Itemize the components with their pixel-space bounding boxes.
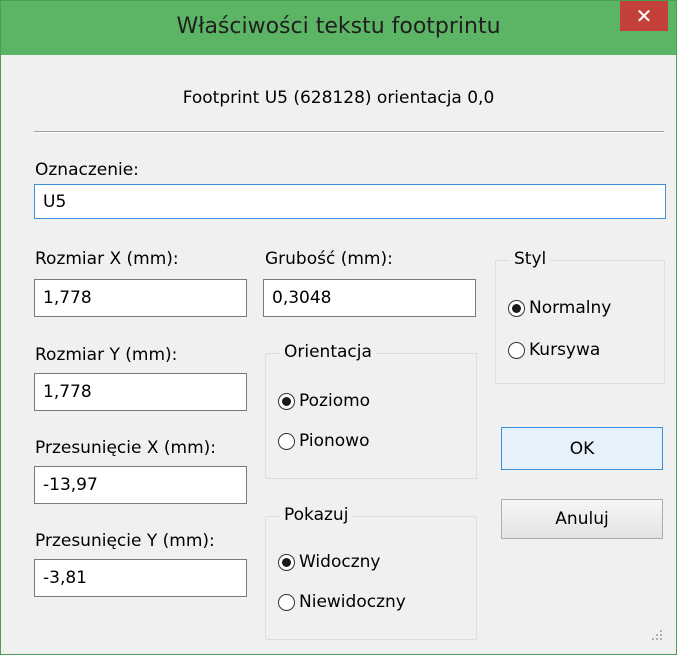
close-button[interactable]: ✕	[620, 1, 668, 31]
orientation-group: Orientacja Poziomo Pionowo	[265, 342, 477, 479]
size-y-value: 1,778	[43, 382, 92, 402]
radio-checked-icon	[278, 553, 295, 571]
style-group: Styl Normalny Kursywa	[495, 249, 665, 384]
orientation-vertical-label: Pionowo	[299, 431, 370, 451]
cancel-button[interactable]: Anuluj	[501, 499, 663, 539]
offset-x-input[interactable]: -13,97	[34, 466, 247, 504]
title-bar[interactable]: Właściwości tekstu footprintu ✕	[1, 1, 676, 55]
thickness-value: 0,3048	[272, 288, 332, 308]
style-normal-label: Normalny	[529, 298, 612, 318]
radio-checked-icon	[508, 299, 525, 317]
thickness-label: Grubość (mm):	[265, 249, 393, 269]
size-y-input[interactable]: 1,778	[34, 373, 247, 411]
radio-unchecked-icon	[508, 341, 525, 359]
orientation-vertical-radio[interactable]: Pionowo	[278, 431, 369, 451]
visibility-group: Pokazuj Widoczny Niewidoczny	[265, 505, 477, 640]
cancel-button-label: Anuluj	[555, 509, 609, 529]
size-x-value: 1,778	[43, 288, 92, 308]
style-italic-label: Kursywa	[529, 340, 601, 360]
offset-y-input[interactable]: -3,81	[34, 559, 247, 597]
separator	[34, 131, 664, 133]
size-x-label: Rozmiar X (mm):	[35, 249, 179, 269]
offset-x-value: -13,97	[43, 475, 98, 495]
dialog-window: Właściwości tekstu footprintu ✕ Footprin…	[0, 0, 677, 655]
radio-checked-icon	[278, 392, 295, 410]
visibility-invisible-radio[interactable]: Niewidoczny	[278, 592, 406, 612]
thickness-input[interactable]: 0,3048	[263, 279, 476, 317]
ok-button-label: OK	[569, 438, 595, 459]
visibility-invisible-label: Niewidoczny	[299, 592, 406, 612]
size-y-label: Rozmiar Y (mm):	[35, 345, 178, 365]
offset-y-label: Przesunięcie Y (mm):	[35, 531, 215, 551]
close-icon: ✕	[635, 4, 653, 28]
resize-grip-icon[interactable]	[652, 630, 664, 642]
radio-unchecked-icon	[278, 593, 295, 611]
style-title: Styl	[510, 249, 551, 269]
orientation-horizontal-radio[interactable]: Poziomo	[278, 391, 370, 411]
ok-button[interactable]: OK	[501, 427, 663, 470]
visibility-title: Pokazuj	[280, 505, 353, 525]
visibility-visible-label: Widoczny	[299, 552, 381, 572]
offset-x-label: Przesunięcie X (mm):	[35, 438, 217, 458]
size-x-input[interactable]: 1,778	[34, 279, 247, 317]
dialog-body: Footprint U5 (628128) orientacja 0,0 Ozn…	[9, 55, 668, 646]
orientation-title: Orientacja	[280, 342, 376, 362]
orientation-horizontal-label: Poziomo	[299, 391, 371, 411]
visibility-visible-radio[interactable]: Widoczny	[278, 552, 380, 572]
radio-unchecked-icon	[278, 432, 295, 450]
reference-value: U5	[43, 191, 67, 212]
style-italic-radio[interactable]: Kursywa	[508, 340, 600, 360]
reference-input[interactable]: U5	[34, 184, 666, 219]
window-title: Właściwości tekstu footprintu	[176, 14, 501, 39]
reference-label: Oznaczenie:	[35, 160, 139, 180]
style-normal-radio[interactable]: Normalny	[508, 298, 611, 318]
footprint-info: Footprint U5 (628128) orientacja 0,0	[182, 88, 495, 108]
offset-y-value: -3,81	[43, 568, 87, 588]
